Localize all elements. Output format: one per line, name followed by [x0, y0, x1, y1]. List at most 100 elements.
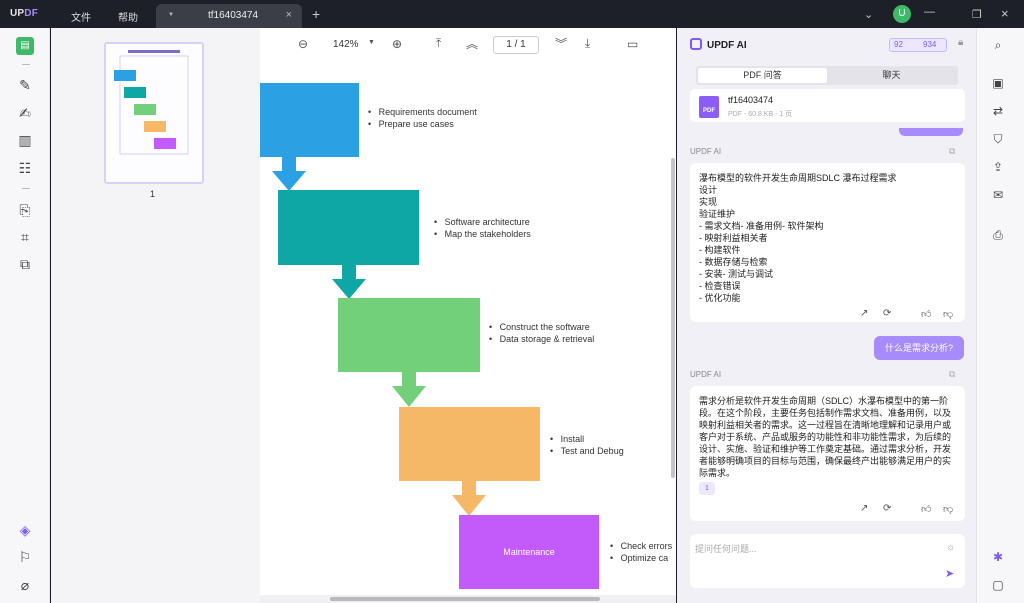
- edit-text-icon[interactable]: ✍: [16, 104, 34, 122]
- flow-arrow: [452, 480, 486, 516]
- flow-box-verification: [399, 407, 540, 481]
- lock-icon[interactable]: 🔒︎: [958, 37, 963, 48]
- crop-icon[interactable]: ⌗: [16, 228, 34, 246]
- ai-label: UPDF AI: [690, 147, 722, 156]
- attachment-icon[interactable]: ⌀: [16, 576, 34, 594]
- ai-title: UPDF AI: [707, 40, 747, 51]
- bullet-item: • Install: [550, 434, 585, 444]
- tab-close-icon[interactable]: ×: [286, 9, 292, 21]
- organize-pages-icon[interactable]: ▥: [16, 131, 34, 149]
- next-page-icon[interactable]: ︾: [555, 35, 567, 52]
- chat-icon[interactable]: ▢: [988, 575, 1008, 595]
- last-page-icon[interactable]: ⤓: [585, 36, 590, 51]
- pdf-file-icon: PDF: [699, 96, 719, 118]
- layers-icon[interactable]: ◈: [16, 521, 34, 539]
- thumbnail-preview: [106, 44, 202, 182]
- share-icon[interactable]: ⇪: [988, 157, 1008, 177]
- total-pages: 1: [520, 39, 526, 50]
- bullet-item: • Map the stakeholders: [434, 229, 531, 239]
- credit-count-a: 92: [894, 40, 903, 49]
- bullet-item: • Construct the software: [489, 322, 590, 332]
- page-thumbnail[interactable]: [104, 42, 204, 184]
- thumbs-down-icon[interactable]: 👎︎: [943, 308, 953, 320]
- thumb-box: [114, 70, 136, 81]
- form-icon[interactable]: ☷: [16, 159, 34, 177]
- vertical-scrollbar[interactable]: [671, 158, 675, 478]
- ai-label: UPDF AI: [690, 370, 722, 379]
- copy-icon[interactable]: ⧉: [949, 369, 955, 380]
- highlight-icon[interactable]: ✎: [16, 76, 34, 94]
- tab-dropdown-icon[interactable]: ▼: [168, 12, 174, 18]
- save-icon[interactable]: ⎙: [988, 225, 1008, 245]
- convert-icon[interactable]: ⇄: [988, 101, 1008, 121]
- divider: [22, 188, 30, 189]
- bullet-item: • Prepare use cases: [368, 119, 454, 129]
- previous-page-icon[interactable]: ︽: [466, 35, 478, 52]
- regenerate-icon[interactable]: ⟳: [883, 308, 891, 319]
- file-card[interactable]: PDF tf16403474 PDF - 60.8 KB - 1 页: [690, 89, 965, 122]
- zoom-out-icon[interactable]: ⊖: [298, 37, 308, 51]
- ai-assistant-icon[interactable]: ✱: [988, 547, 1008, 567]
- search-icon[interactable]: ⌕: [988, 35, 1008, 55]
- question-input-box: ☼ ➤: [690, 534, 965, 588]
- regenerate-icon[interactable]: ⟳: [883, 503, 891, 514]
- reference-badge[interactable]: 1: [699, 482, 715, 495]
- email-icon[interactable]: ✉: [988, 185, 1008, 205]
- flow-arrow: [332, 264, 366, 299]
- restore-icon[interactable]: ❐: [972, 8, 982, 21]
- question-input[interactable]: [695, 542, 925, 556]
- ai-mode-tabs: PDF 问答 聊天: [696, 66, 958, 85]
- zoom-dropdown-icon[interactable]: ▼: [368, 39, 375, 46]
- menu-file[interactable]: 文件: [71, 9, 91, 24]
- bullet-item: • Software architecture: [434, 217, 530, 227]
- horizontal-scrollbar[interactable]: [330, 597, 600, 601]
- thumb-box: [134, 104, 156, 115]
- thumbs-down-icon[interactable]: 👎︎: [943, 503, 953, 515]
- tab-pdf-qa[interactable]: PDF 问答: [698, 68, 827, 83]
- flow-box-implementation: [338, 298, 480, 372]
- right-toolbar: ⌕ ▣ ⇄ ⛉ ⇪ ✉ ⎙ ✱ ▢: [976, 28, 1024, 603]
- thumbs-up-icon[interactable]: 👍︎: [921, 308, 931, 320]
- thumbs-up-icon[interactable]: 👍︎: [921, 503, 931, 515]
- reader-mode-icon[interactable]: ▤: [16, 37, 34, 55]
- lightbulb-icon[interactable]: ☼: [946, 542, 955, 553]
- previous-message-bubble: [899, 128, 963, 136]
- menu-help[interactable]: 帮助: [118, 9, 138, 24]
- copy-icon[interactable]: ⧉: [949, 146, 955, 157]
- zoom-in-icon[interactable]: ⊕: [392, 37, 402, 51]
- zoom-level[interactable]: 142%: [333, 39, 359, 50]
- credit-counter[interactable]: 92 934: [889, 38, 947, 52]
- left-toolbar: ▤ ✎ ✍ ▥ ☷ ⎘ ⌗ ⧉ ◈ ⚐ ⌀: [0, 28, 50, 603]
- updf-ai-logo-icon: [690, 38, 702, 50]
- comment-icon[interactable]: ▭: [627, 37, 638, 51]
- thumb-box: [154, 138, 176, 149]
- thumb-title: [128, 50, 180, 53]
- chevron-down-icon[interactable]: ⌄: [864, 8, 873, 21]
- send-icon[interactable]: ➤: [945, 567, 954, 580]
- avatar[interactable]: U: [893, 5, 911, 23]
- app-logo: UPDF: [10, 8, 39, 19]
- close-window-icon[interactable]: ×: [1001, 6, 1009, 21]
- tab-title: tf16403474: [208, 10, 259, 21]
- bullet-item: • Optimize ca: [610, 553, 669, 563]
- tab-chat[interactable]: 聊天: [827, 68, 956, 83]
- current-page-input[interactable]: 1: [506, 39, 512, 50]
- thumbnail-page-number: 1: [150, 189, 156, 199]
- ocr-icon[interactable]: ▣: [988, 73, 1008, 93]
- first-page-icon[interactable]: ⤒: [436, 36, 441, 51]
- thumb-box: [144, 121, 166, 132]
- protect-icon[interactable]: ⛉: [988, 129, 1008, 149]
- thumb-box: [124, 87, 146, 98]
- compress-icon[interactable]: ⧉: [16, 255, 34, 273]
- title-bar: UPDF 文件 帮助 ▼ tf16403474 × + ⌄ U — ❐ ×: [0, 0, 1024, 28]
- new-tab-button[interactable]: +: [312, 6, 320, 22]
- document-tab[interactable]: ▼ tf16403474 ×: [156, 4, 302, 28]
- minimize-icon[interactable]: —: [924, 6, 935, 18]
- bullet-item: • Test and Debug: [550, 446, 624, 456]
- page-indicator[interactable]: 1 / 1: [493, 36, 539, 54]
- page-tools-icon[interactable]: ⎘: [16, 201, 34, 219]
- share-icon[interactable]: ↗: [860, 308, 868, 319]
- bookmark-icon[interactable]: ⚐: [16, 548, 34, 566]
- ai-answer-2: 需求分析是软件开发生命周期（SDLC）水瀑布模型中的第一阶段。在这个阶段，主要任…: [690, 386, 965, 521]
- share-icon[interactable]: ↗: [860, 503, 868, 514]
